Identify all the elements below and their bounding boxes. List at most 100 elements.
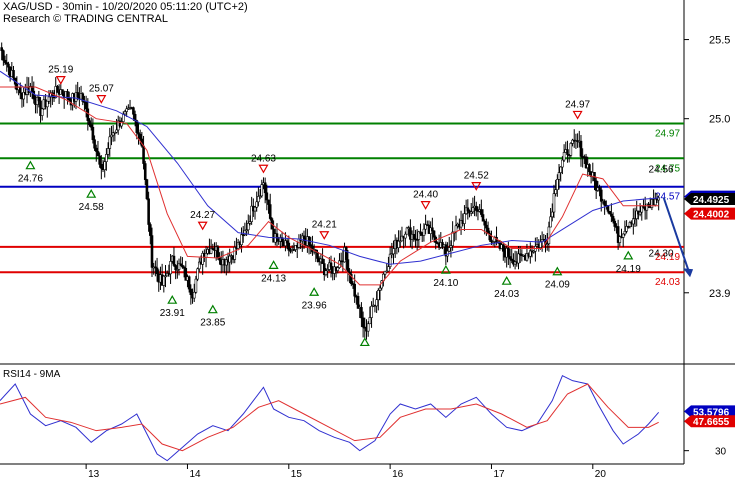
candle-body [150,235,154,268]
candle-body [287,242,291,251]
high-marker-label: 24.27 [190,210,215,221]
low-marker-label: 24.76 [18,174,43,185]
low-marker-icon [359,337,370,347]
candle-body [404,233,407,239]
candle-body [431,227,434,232]
candle-body [285,240,289,244]
candle-body [611,216,615,222]
candle-body [556,178,559,191]
candle-body [321,258,324,264]
candle-body [253,206,257,212]
candle-body [106,148,110,155]
y-tick-label: 23.9 [709,288,730,300]
candle-body [466,207,470,212]
low-marker-label: 24.19 [616,264,641,275]
candle-body [550,211,554,218]
candle-body [88,120,91,126]
candle-body [508,256,512,260]
candle-body [623,231,627,235]
x-tick-label: 17 [493,469,505,480]
rsi-line [0,374,660,462]
candle-body [360,307,363,319]
candle-body [7,63,10,68]
candle-body [265,192,269,201]
candle-body [562,152,566,161]
low-marker-icon [623,250,634,260]
candle-body [32,90,36,100]
candle-body [483,220,487,226]
low-marker-icon [86,188,97,198]
candle-body [218,257,221,261]
candle-body [246,223,250,231]
candle-body [155,267,159,275]
high-marker-label: 24.63 [251,153,276,164]
candle-body [474,205,478,211]
candle-body [3,59,7,63]
candle-body [397,240,400,248]
price-tag-label: 24.4002 [693,210,730,221]
candle-body [559,166,563,173]
candle-body [192,291,196,299]
candle-body [588,164,591,173]
candle-body [447,247,451,252]
y-tick-label: 25.5 [709,35,730,47]
candle-body [329,262,333,268]
candle-body [132,107,135,115]
candle-body [263,182,267,194]
candle-body [0,47,3,51]
candle-body [45,100,49,108]
candle-body [451,231,454,246]
candle-body [344,247,348,260]
candle-body [89,124,93,128]
candle-body [599,189,603,202]
candle-body [103,161,107,171]
candle-body [115,129,118,133]
candle-body [471,207,475,213]
candle-body [61,89,64,95]
level-label: 24.03 [655,277,680,288]
candle-body [260,184,264,197]
candle-body [579,140,583,157]
low-marker-icon [207,304,218,314]
candle-body [108,136,112,149]
candle-body [2,50,5,61]
price-tag-label: 24.4925 [693,195,730,206]
x-tick-label: 15 [291,469,303,480]
candle-body [621,233,625,238]
candle-body [412,233,416,240]
candle-body [47,96,51,102]
candle-body [501,244,505,252]
candle-body [76,92,79,98]
candle-body [566,149,569,155]
candle-body [377,290,380,300]
high-marker-icon [96,95,107,104]
rsi-tag-label: 47.6655 [693,417,730,428]
low-marker-label: 24.09 [545,280,570,291]
low-marker-label: 24.03 [494,289,519,300]
x-tick-label: 16 [392,469,404,480]
candle-body [145,179,149,200]
annotation-label: 24.30 [649,248,674,259]
candle-body [608,211,611,215]
candle-body [174,265,177,271]
candle-body [356,296,360,309]
candle-body [361,317,365,328]
candle-body [485,224,488,229]
candle-body [84,101,88,110]
candle-body [98,155,101,165]
candle-body [56,86,59,93]
candle-body [598,187,601,191]
low-marker-label: 24.13 [261,273,286,284]
candle-body [480,209,483,215]
candle-body [187,276,191,290]
candle-body [123,111,127,115]
rsi-panel [0,374,660,462]
x-tick-label: 20 [595,469,607,480]
candle-body [552,193,556,213]
candle-body [194,278,198,293]
low-marker-icon [25,160,36,170]
candle-body [547,226,551,245]
candle-body [463,213,466,224]
candle-body [162,275,166,286]
high-marker-label: 24.40 [413,190,438,201]
